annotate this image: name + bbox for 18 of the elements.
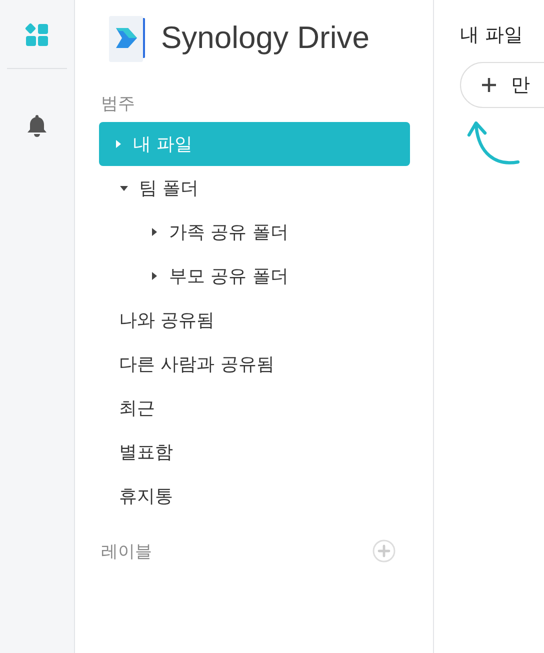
section-heading: 레이블: [101, 540, 152, 562]
nav-item[interactable]: 가족 공유 폴더: [99, 210, 410, 254]
nav-item[interactable]: 팀 폴더: [99, 166, 410, 210]
page-title: 내 파일: [460, 23, 524, 48]
create-button[interactable]: 만: [460, 62, 544, 108]
nav-item[interactable]: 휴지통: [99, 474, 410, 518]
notification-bell-icon[interactable]: [26, 114, 48, 138]
nav-item[interactable]: 나와 공유됨: [99, 298, 410, 342]
nav-item[interactable]: 최근: [99, 386, 410, 430]
plus-icon: [481, 77, 497, 93]
caret-icon[interactable]: [149, 227, 159, 237]
caret-icon[interactable]: [149, 271, 159, 281]
nav-item[interactable]: 다른 사람과 공유됨: [99, 342, 410, 386]
app-title: Synology Drive: [161, 20, 370, 56]
caret-icon[interactable]: [119, 183, 129, 193]
nav-item[interactable]: 별표함: [99, 430, 410, 474]
section-heading: 범주: [101, 93, 136, 115]
nav-item[interactable]: 부모 공유 폴더: [99, 254, 410, 298]
